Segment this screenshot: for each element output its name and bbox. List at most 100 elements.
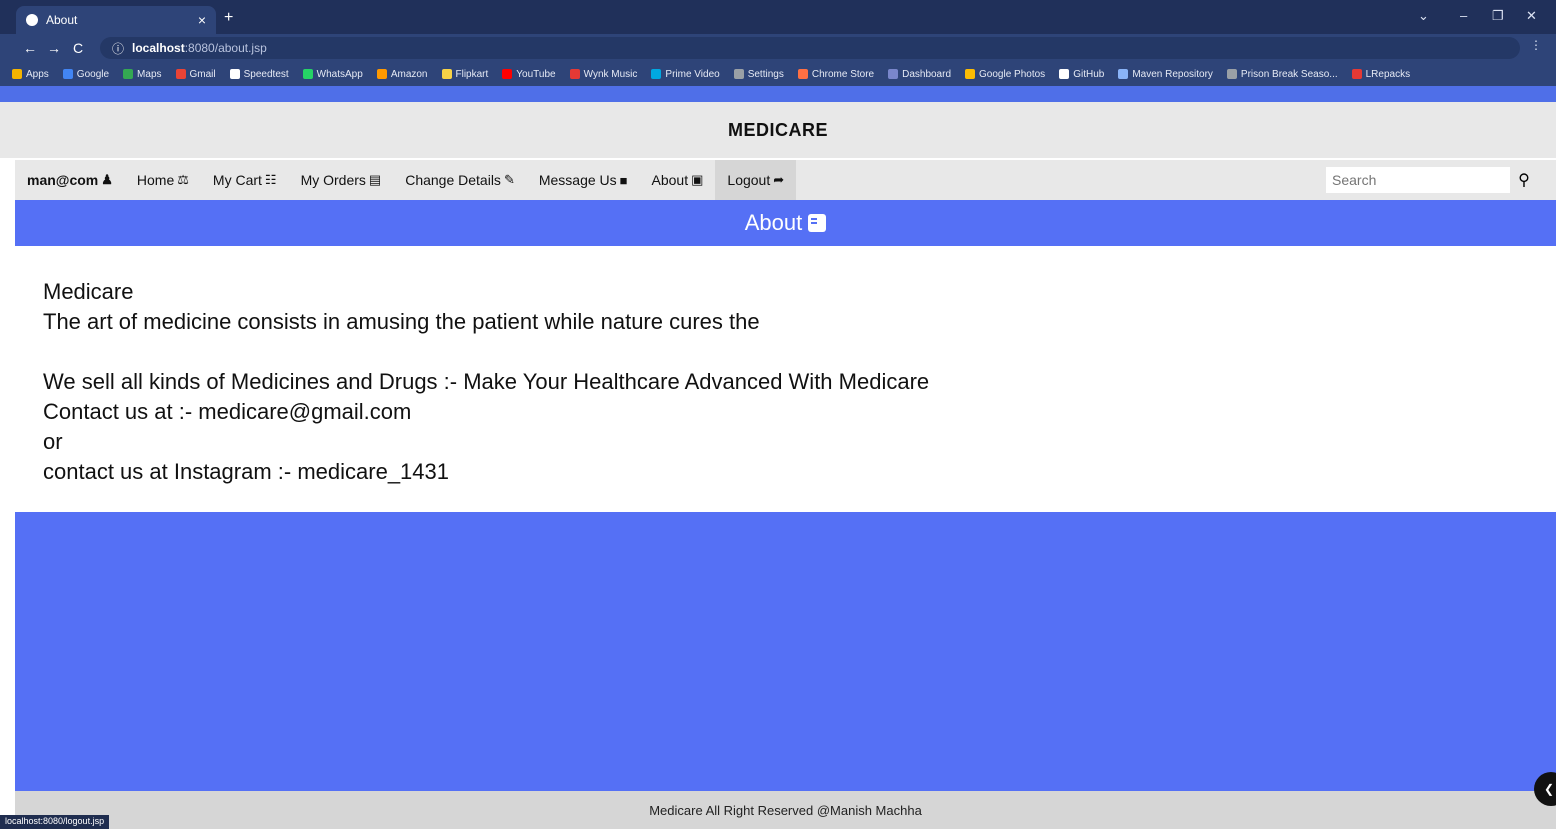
bookmark-item[interactable]: Apps	[12, 69, 49, 80]
nav-cart-label: My Cart	[212, 172, 262, 188]
bookmark-label: Google Photos	[979, 68, 1046, 80]
bookmark-favicon-icon	[123, 69, 134, 79]
bookmark-favicon-icon	[441, 69, 452, 79]
nav-user[interactable]: man@com ♟	[15, 160, 125, 200]
bookmark-item[interactable]: Chrome Store	[797, 68, 875, 80]
window-close-icon[interactable]: ✕	[1526, 8, 1537, 24]
bookmark-label: Prison Break Seaso...	[1240, 68, 1338, 80]
browser-menu-icon[interactable]: ⋮	[1530, 38, 1542, 52]
bookmark-favicon-icon	[797, 69, 808, 79]
bookmark-item[interactable]: Flipkart	[441, 69, 488, 80]
bookmark-label: GitHub	[1073, 68, 1105, 80]
bookmark-favicon-icon	[502, 69, 513, 79]
bookmark-item[interactable]: Google Photos	[965, 69, 1045, 80]
share-icon: ➦	[773, 172, 785, 187]
nav-logout-label: Logout	[727, 172, 771, 188]
about-line-2: The art of medicine consists in amusing …	[43, 309, 760, 334]
nav-about[interactable]: About ▣	[640, 160, 716, 200]
bookmark-label: Gmail	[189, 68, 216, 80]
bookmark-item[interactable]: Settings	[733, 69, 784, 80]
bookmark-favicon-icon	[733, 69, 744, 79]
bookmark-item[interactable]: LRepacks	[1351, 68, 1411, 80]
tab-search-chevron-icon[interactable]: ⌄	[1418, 8, 1429, 24]
nav-home-label: Home	[136, 172, 175, 188]
bookmark-item[interactable]: Google	[62, 68, 110, 80]
new-tab-icon[interactable]: +	[224, 9, 233, 27]
nav-message-us[interactable]: Message Us ■	[527, 160, 640, 200]
nav-user-label: man@com	[27, 172, 99, 188]
bank-icon: ⚖	[177, 172, 189, 187]
bookmarks-bar: Apps Google Maps Gmail Speedtest WhatsApp Amaz…	[0, 62, 1556, 86]
bookmark-favicon-icon	[569, 69, 580, 79]
url-path: :8080/about.jsp	[184, 41, 267, 55]
bookmark-label: WhatsApp	[316, 68, 363, 80]
list-icon: ▤	[368, 172, 382, 187]
bookmark-favicon-icon	[1226, 69, 1237, 79]
content-fill-panel	[15, 512, 1556, 791]
minimize-icon[interactable]: –	[1460, 8, 1467, 23]
bookmark-item[interactable]: WhatsApp	[302, 68, 363, 80]
bookmark-label: Google	[76, 68, 110, 80]
tab-title: About	[46, 13, 78, 27]
edit-icon: ✎	[503, 172, 515, 187]
bookmark-item[interactable]: Maven Repository	[1118, 69, 1213, 80]
footer-text: Medicare All Right Reserved @Manish Mach…	[649, 802, 922, 818]
forward-icon[interactable]: →	[42, 40, 66, 56]
about-line-1: Medicare	[43, 279, 134, 304]
bookmark-favicon-icon	[965, 69, 976, 79]
maximize-icon[interactable]: ❐	[1492, 8, 1504, 24]
bookmark-item[interactable]: Prison Break Seaso...	[1226, 68, 1338, 80]
bookmark-favicon-icon	[1059, 69, 1070, 79]
about-line-3: We sell all kinds of Medicines and Drugs…	[43, 369, 930, 394]
nav-orders-label: My Orders	[300, 172, 366, 188]
bookmark-favicon-icon	[175, 69, 186, 79]
address-card-icon	[808, 214, 827, 232]
nav-my-cart[interactable]: My Cart ☷	[201, 160, 289, 200]
bookmark-favicon-icon	[888, 69, 899, 79]
nav-my-orders[interactable]: My Orders ▤	[289, 160, 394, 200]
bookmark-item[interactable]: Maps	[123, 69, 162, 80]
bookmark-item[interactable]: YouTube	[502, 68, 556, 80]
search-icon[interactable]: ⚲	[1510, 167, 1538, 193]
site-footer: Medicare All Right Reserved @Manish Mach…	[15, 791, 1556, 829]
tab-close-icon[interactable]: ×	[198, 12, 206, 28]
bookmark-item[interactable]: Dashboard	[888, 69, 951, 80]
bookmark-label: Wynk Music	[583, 68, 638, 80]
screen: About × + ⌄ – ❐ ✕ ← → C ⓘ localhost :808…	[0, 0, 1556, 829]
cart-icon: ☷	[264, 172, 277, 187]
bookmark-item[interactable]: Gmail	[175, 68, 216, 80]
nav-change-details[interactable]: Change Details ✎	[393, 160, 527, 200]
accent-strip	[0, 86, 1556, 102]
bookmark-favicon-icon	[62, 69, 73, 79]
bookmark-label: Chrome Store	[811, 68, 875, 80]
reload-icon[interactable]: C	[66, 40, 90, 56]
back-icon[interactable]: ←	[18, 40, 42, 56]
site-title: MEDICARE	[727, 119, 828, 140]
browser-tab[interactable]: About ×	[16, 6, 216, 34]
bookmark-item[interactable]: Amazon	[376, 69, 428, 80]
nav-logout[interactable]: Logout ➦	[715, 160, 797, 200]
bookmark-label: Speedtest	[243, 68, 289, 80]
nav-home[interactable]: Home ⚖	[125, 160, 201, 200]
about-line-6: contact us at Instagram :- medicare_1431	[43, 459, 449, 484]
nav-about-label: About	[651, 172, 689, 188]
bookmark-item[interactable]: Speedtest	[229, 68, 289, 80]
nav-message-label: Message Us	[538, 172, 617, 188]
comment-icon: ■	[619, 172, 628, 188]
bookmark-label: YouTube	[516, 68, 556, 80]
bookmark-item[interactable]: Prime Video	[651, 68, 720, 80]
site-info-icon[interactable]: ⓘ	[112, 40, 124, 57]
bookmark-item[interactable]: Wynk Music	[569, 68, 638, 80]
address-bar[interactable]: ⓘ localhost :8080/about.jsp	[100, 37, 1520, 59]
user-icon: ♟	[101, 172, 113, 187]
bookmark-label: Prime Video	[665, 68, 720, 80]
bookmark-item[interactable]: GitHub	[1059, 69, 1104, 80]
bookmark-label: LRepacks	[1365, 68, 1411, 80]
search-input[interactable]	[1326, 167, 1510, 193]
url-host: localhost	[132, 41, 185, 55]
bookmark-favicon-icon	[376, 69, 387, 79]
search-form: ⚲	[1326, 167, 1538, 193]
about-line-4: Contact us at :- medicare@gmail.com	[43, 399, 412, 424]
browser-toolbar: ← → C ⓘ localhost :8080/about.jsp ⋮	[0, 34, 1556, 62]
bookmark-favicon-icon	[302, 69, 313, 79]
